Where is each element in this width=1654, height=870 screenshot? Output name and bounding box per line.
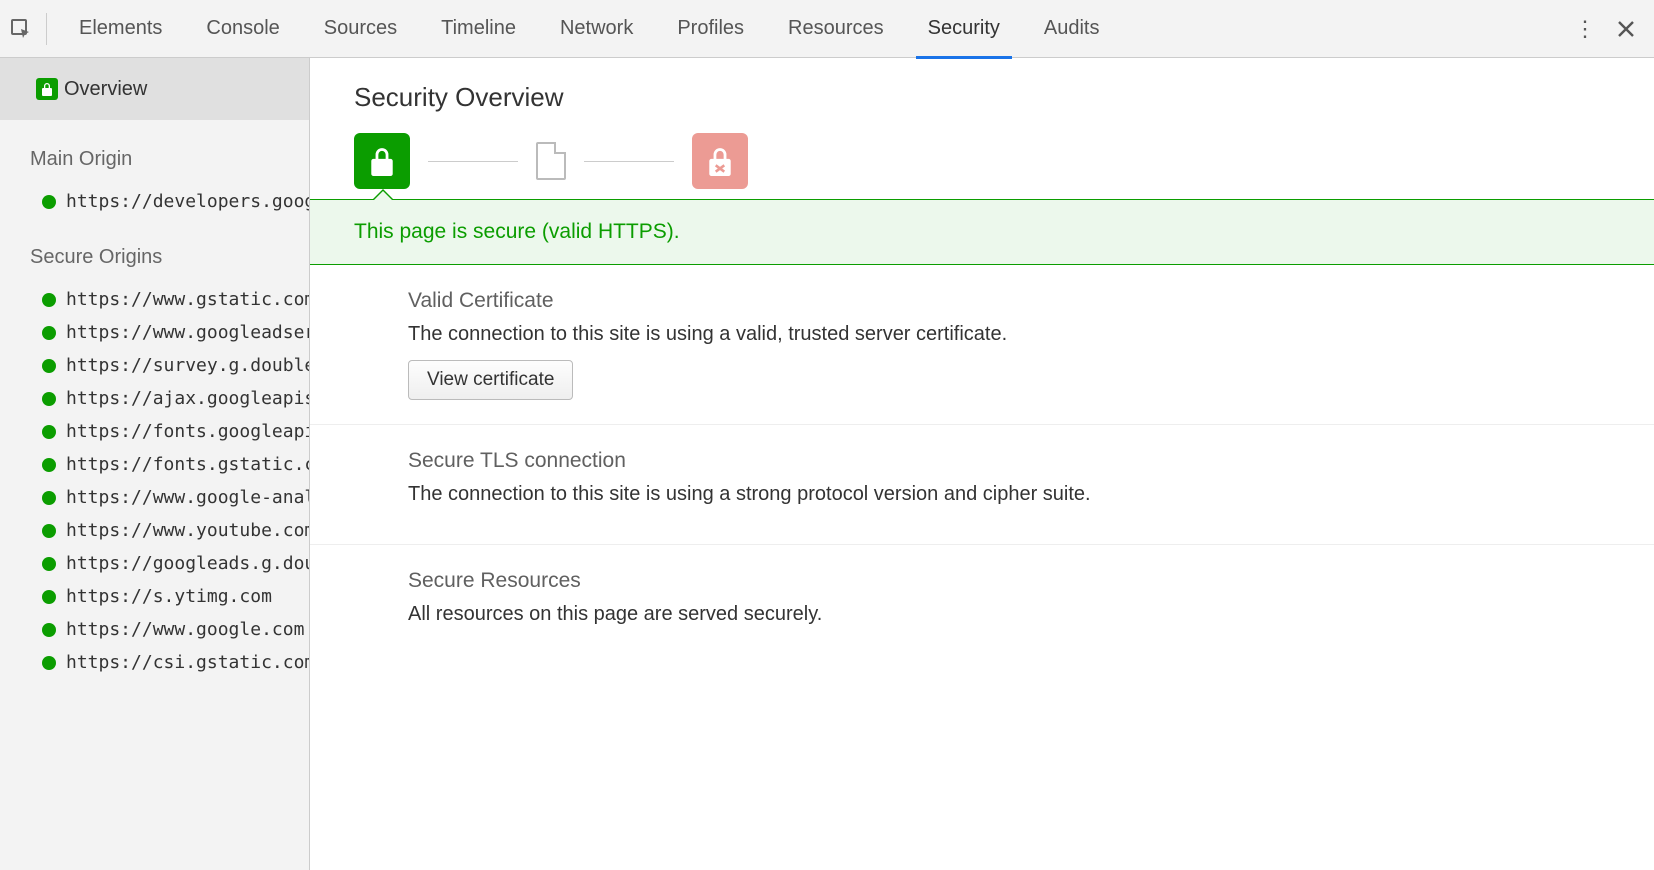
secure-dot-icon bbox=[42, 195, 56, 209]
secure-dot-icon bbox=[42, 590, 56, 604]
secure-dot-icon bbox=[42, 524, 56, 538]
origin-url: https://s.ytimg.com bbox=[66, 586, 272, 607]
state-secure-icon bbox=[354, 133, 410, 189]
secure-origin-item[interactable]: https://googleads.g.doubleclick.net bbox=[0, 547, 309, 580]
secure-origin-item[interactable]: https://s.ytimg.com bbox=[0, 580, 309, 613]
page-icon bbox=[536, 142, 566, 180]
detail-heading: Valid Certificate bbox=[408, 289, 1610, 313]
tabbar-right-controls: ⋮ bbox=[1574, 16, 1654, 42]
secure-dot-icon bbox=[42, 359, 56, 373]
tabs-container: Elements Console Sources Timeline Networ… bbox=[57, 0, 1574, 58]
sidebar-overview[interactable]: Overview bbox=[0, 58, 309, 120]
banner-caret-icon bbox=[372, 189, 394, 200]
detail-tls: Secure TLS connection The connection to … bbox=[310, 425, 1654, 545]
detail-desc: All resources on this page are served se… bbox=[408, 603, 1610, 626]
origin-url: https://googleads.g.doubleclick.net bbox=[66, 553, 309, 574]
secure-dot-icon bbox=[42, 425, 56, 439]
secure-dot-icon bbox=[42, 293, 56, 307]
secure-origin-item[interactable]: https://survey.g.doubleclick.net bbox=[0, 349, 309, 382]
tabbar-divider bbox=[46, 13, 47, 45]
secure-origin-item[interactable]: https://www.google-analytics.com bbox=[0, 481, 309, 514]
secure-dot-icon bbox=[42, 656, 56, 670]
tab-timeline[interactable]: Timeline bbox=[419, 0, 538, 58]
origin-url: https://fonts.gstatic.com bbox=[66, 454, 309, 475]
content-area: Overview Main Origin https://developers.… bbox=[0, 58, 1654, 870]
secure-origins-heading: Secure Origins bbox=[0, 218, 309, 283]
security-state-strip bbox=[310, 133, 1654, 189]
secure-dot-icon bbox=[42, 557, 56, 571]
secure-dot-icon bbox=[42, 392, 56, 406]
view-certificate-button[interactable]: View certificate bbox=[408, 360, 573, 400]
origin-url: https://ajax.googleapis.com bbox=[66, 388, 309, 409]
origin-url: https://developers.google.com bbox=[66, 191, 309, 212]
secure-origin-item[interactable]: https://www.gstatic.com bbox=[0, 283, 309, 316]
inspect-element-icon[interactable] bbox=[6, 14, 36, 44]
secure-origin-item[interactable]: https://www.googleadservices.com bbox=[0, 316, 309, 349]
secure-dot-icon bbox=[42, 458, 56, 472]
secure-origin-item[interactable]: https://www.google.com bbox=[0, 613, 309, 646]
detail-certificate: Valid Certificate The connection to this… bbox=[310, 265, 1654, 425]
security-banner: This page is secure (valid HTTPS). bbox=[310, 199, 1654, 265]
strip-connector bbox=[428, 161, 518, 162]
secure-origin-item[interactable]: https://fonts.gstatic.com bbox=[0, 448, 309, 481]
secure-dot-icon bbox=[42, 623, 56, 637]
secure-dot-icon bbox=[42, 491, 56, 505]
tab-resources[interactable]: Resources bbox=[766, 0, 906, 58]
origin-url: https://csi.gstatic.com bbox=[66, 652, 309, 673]
main-origin-item[interactable]: https://developers.google.com bbox=[0, 185, 309, 218]
devtools-tabbar: Elements Console Sources Timeline Networ… bbox=[0, 0, 1654, 58]
origin-url: https://www.googleadservices.com bbox=[66, 322, 309, 343]
secure-dot-icon bbox=[42, 326, 56, 340]
tab-security[interactable]: Security bbox=[906, 0, 1022, 58]
detail-desc: The connection to this site is using a v… bbox=[408, 323, 1610, 346]
detail-heading: Secure Resources bbox=[408, 569, 1610, 593]
strip-connector bbox=[584, 161, 674, 162]
security-main-panel: Security Overview This page is secure (v… bbox=[310, 58, 1654, 870]
security-sidebar: Overview Main Origin https://developers.… bbox=[0, 58, 310, 870]
sidebar-overview-label: Overview bbox=[64, 78, 147, 101]
tab-network[interactable]: Network bbox=[538, 0, 655, 58]
tab-sources[interactable]: Sources bbox=[302, 0, 419, 58]
banner-text: This page is secure (valid HTTPS). bbox=[354, 220, 680, 243]
origin-url: https://www.youtube.com bbox=[66, 520, 309, 541]
tab-audits[interactable]: Audits bbox=[1022, 0, 1122, 58]
origin-url: https://fonts.googleapis.com bbox=[66, 421, 309, 442]
secure-origin-item[interactable]: https://fonts.googleapis.com bbox=[0, 415, 309, 448]
detail-resources: Secure Resources All resources on this p… bbox=[310, 545, 1654, 664]
secure-origin-item[interactable]: https://www.youtube.com bbox=[0, 514, 309, 547]
origin-url: https://www.google.com bbox=[66, 619, 304, 640]
secure-origin-item[interactable]: https://ajax.googleapis.com bbox=[0, 382, 309, 415]
detail-desc: The connection to this site is using a s… bbox=[408, 483, 1610, 506]
lock-icon bbox=[36, 78, 58, 100]
tab-profiles[interactable]: Profiles bbox=[655, 0, 766, 58]
kebab-menu-icon[interactable]: ⋮ bbox=[1574, 16, 1596, 42]
origin-url: https://www.google-analytics.com bbox=[66, 487, 309, 508]
state-insecure-icon bbox=[692, 133, 748, 189]
origin-url: https://www.gstatic.com bbox=[66, 289, 309, 310]
main-origin-heading: Main Origin bbox=[0, 120, 309, 185]
secure-origin-item[interactable]: https://csi.gstatic.com bbox=[0, 646, 309, 679]
page-title: Security Overview bbox=[310, 58, 1654, 133]
close-icon[interactable] bbox=[1616, 19, 1636, 39]
detail-heading: Secure TLS connection bbox=[408, 449, 1610, 473]
tab-console[interactable]: Console bbox=[184, 0, 301, 58]
origin-url: https://survey.g.doubleclick.net bbox=[66, 355, 309, 376]
tab-elements[interactable]: Elements bbox=[57, 0, 184, 58]
